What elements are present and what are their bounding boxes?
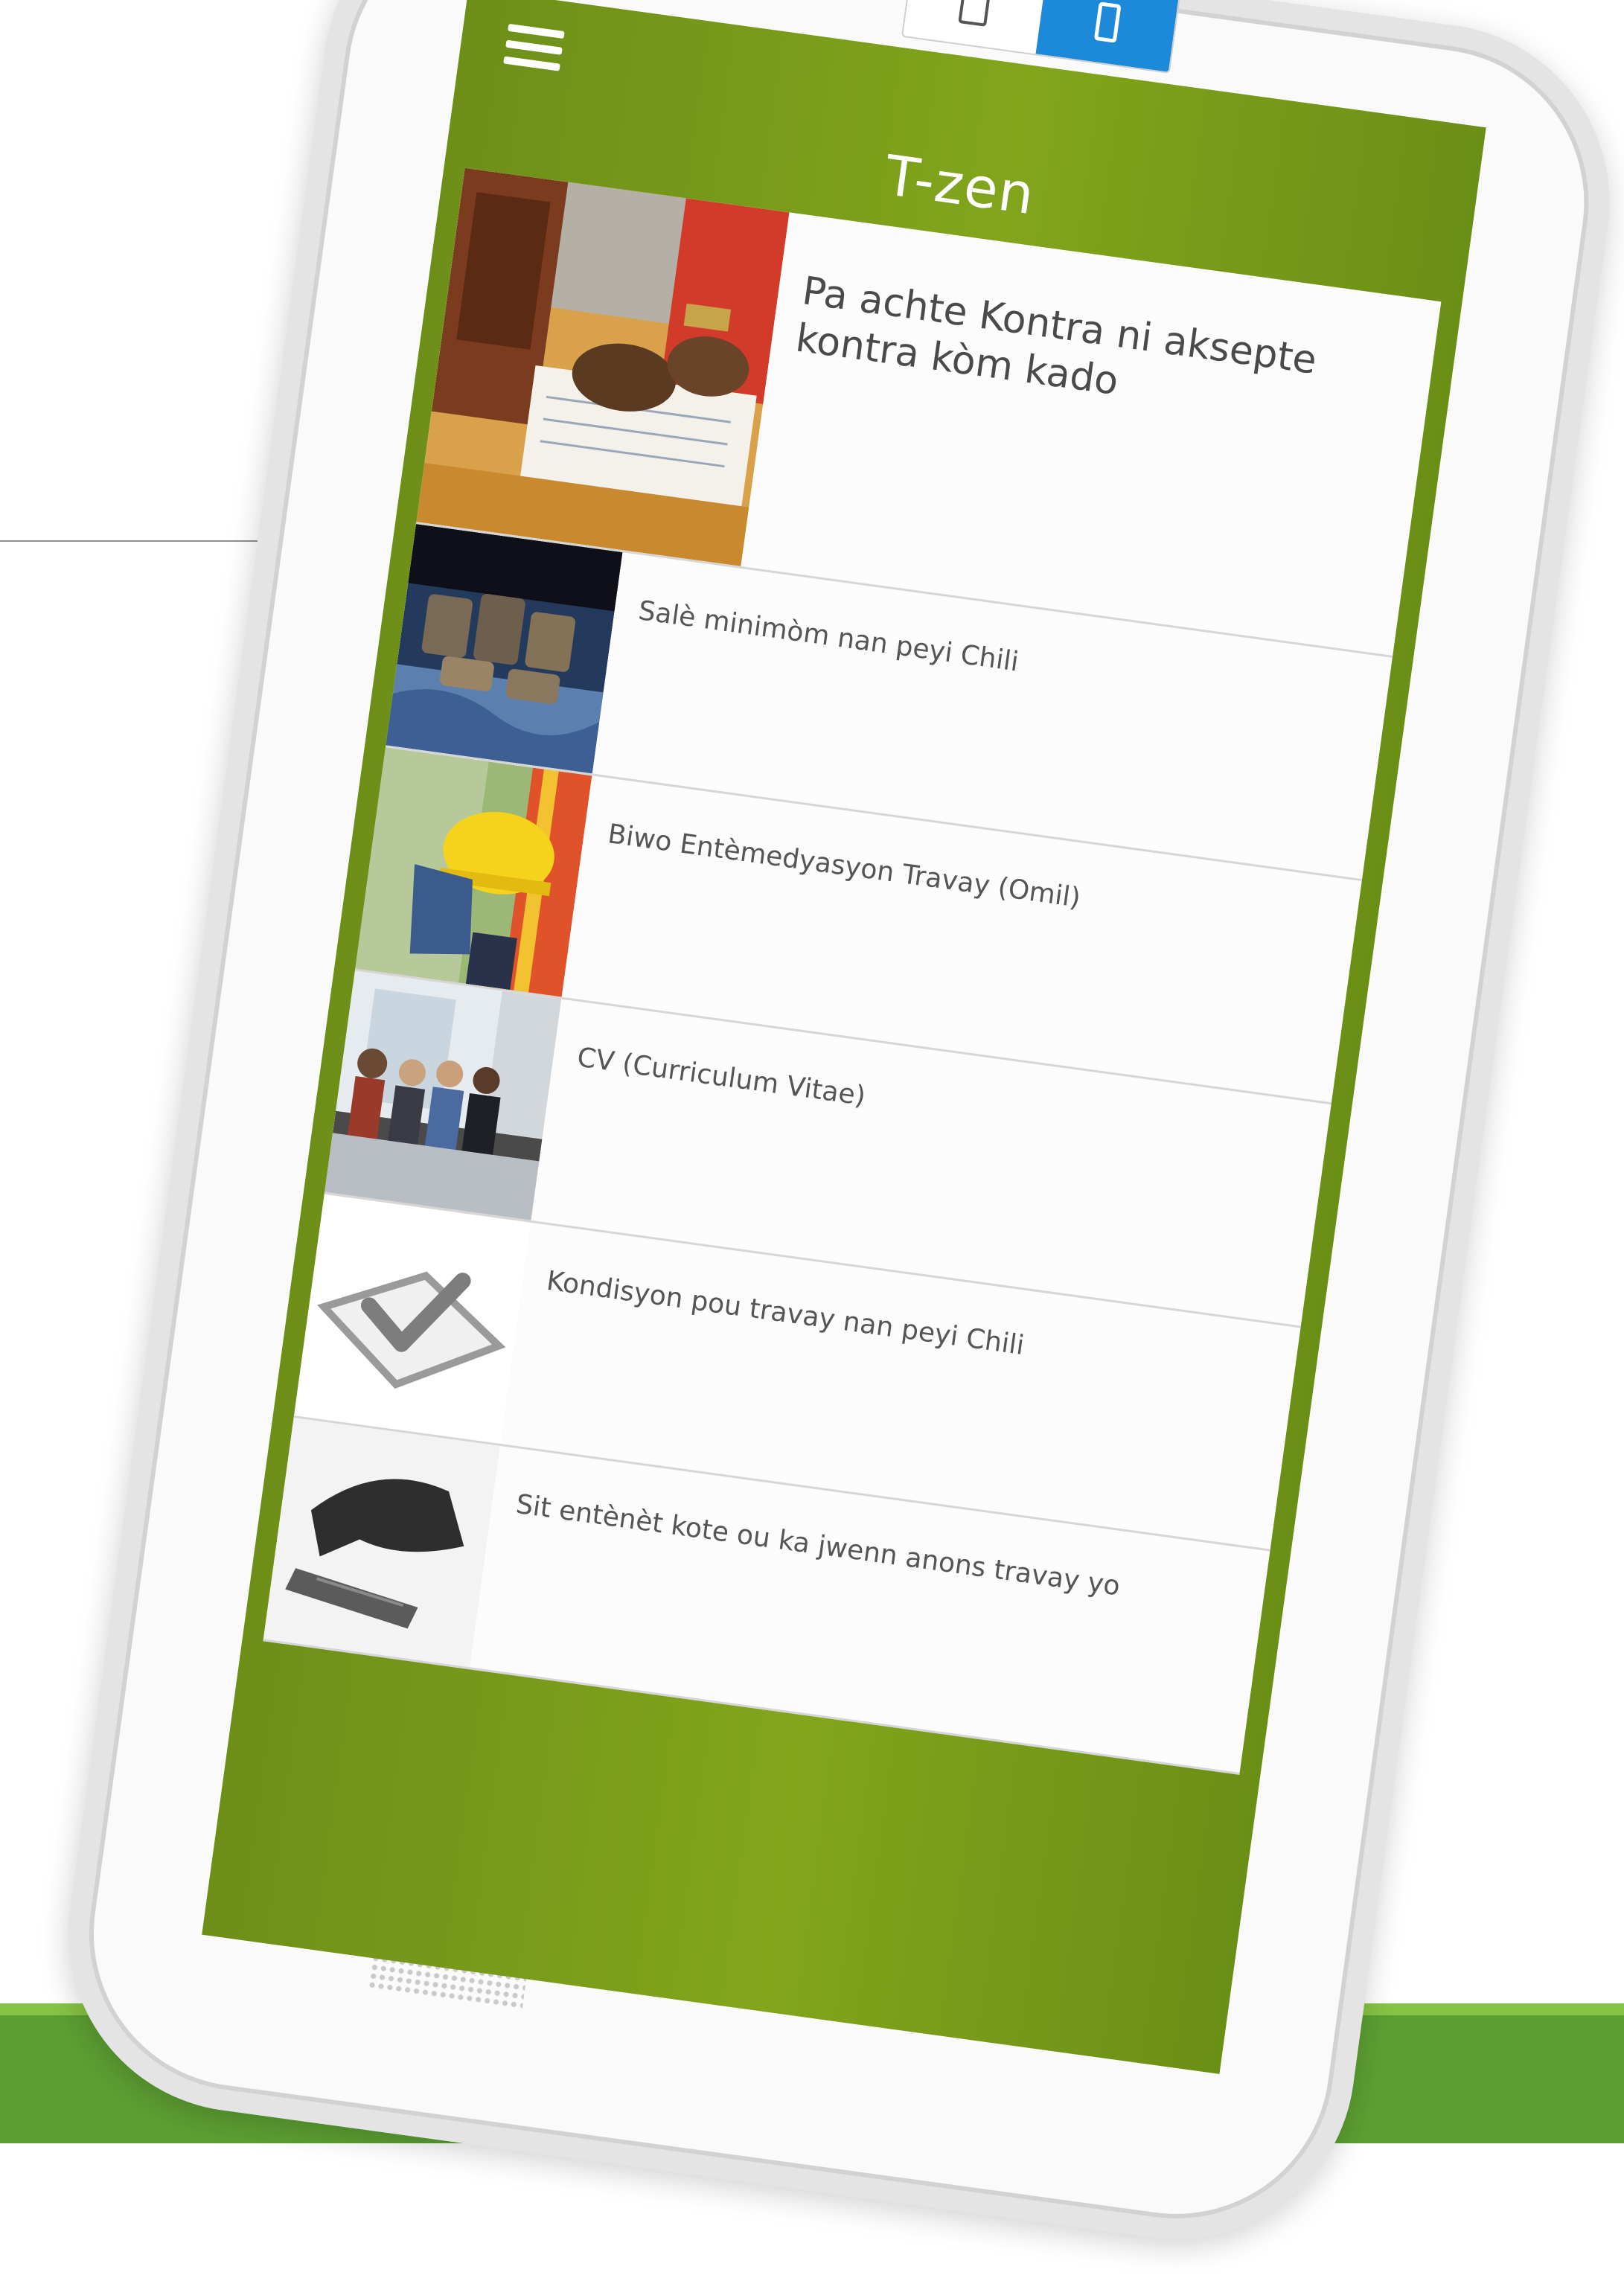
job-interview-waiting-photo bbox=[325, 970, 562, 1220]
hamburger-menu-icon[interactable] bbox=[502, 23, 565, 83]
contract-signing-photo bbox=[416, 167, 790, 566]
checkmark-box-graphic bbox=[294, 1194, 531, 1444]
article-list: Pa achte Kontra ni aksepte kontra kòm ka… bbox=[263, 167, 1442, 1775]
coins-money-photo bbox=[386, 524, 623, 774]
phone-icon bbox=[1093, 1, 1122, 43]
hardhat-worker-photo bbox=[355, 747, 592, 997]
hand-typing-photo bbox=[263, 1417, 501, 1668]
phone-mockup: T-zen Pa achte Kontra ni aksepte kontra … bbox=[0, 0, 1624, 2262]
tablet-icon bbox=[958, 0, 992, 27]
